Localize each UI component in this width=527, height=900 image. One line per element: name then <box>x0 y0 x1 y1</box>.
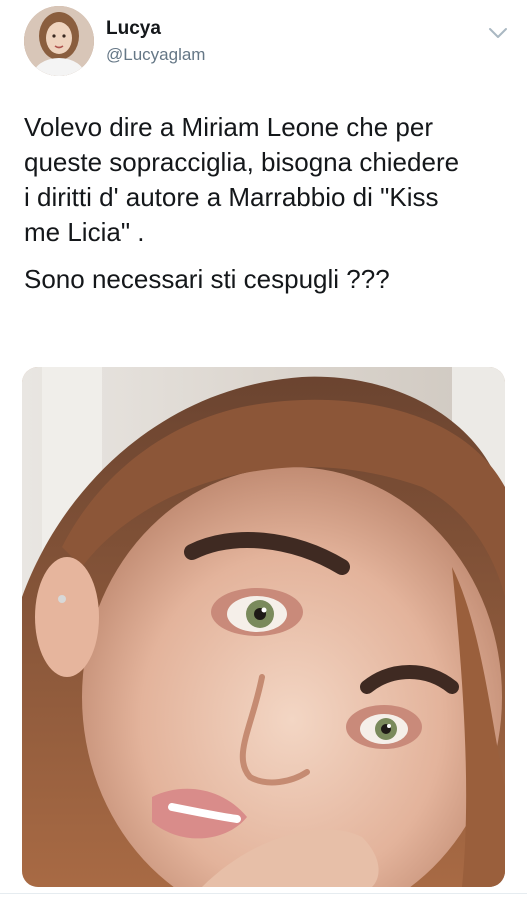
tweet-paragraph: Volevo dire a Miriam Leone che per quest… <box>24 112 460 247</box>
avatar[interactable] <box>24 6 94 76</box>
tweet-photo[interactable] <box>22 367 505 887</box>
tweet-paragraph: Sono necessari sti cespugli ??? <box>24 264 390 294</box>
avatar-photo-icon <box>24 6 94 76</box>
user-handle[interactable]: @Lucyaglam <box>106 44 205 66</box>
divider <box>0 893 527 894</box>
photo-of-woman-face-icon <box>22 367 505 887</box>
chevron-down-icon[interactable] <box>487 26 509 40</box>
display-name[interactable]: Lucya <box>106 18 205 40</box>
user-names: Lucya @Lucyaglam <box>106 18 205 66</box>
tweet-text: Volevo dire a Miriam Leone che per quest… <box>24 110 504 297</box>
tweet: Lucya @Lucyaglam Volevo dire a Miriam Le… <box>0 0 527 900</box>
